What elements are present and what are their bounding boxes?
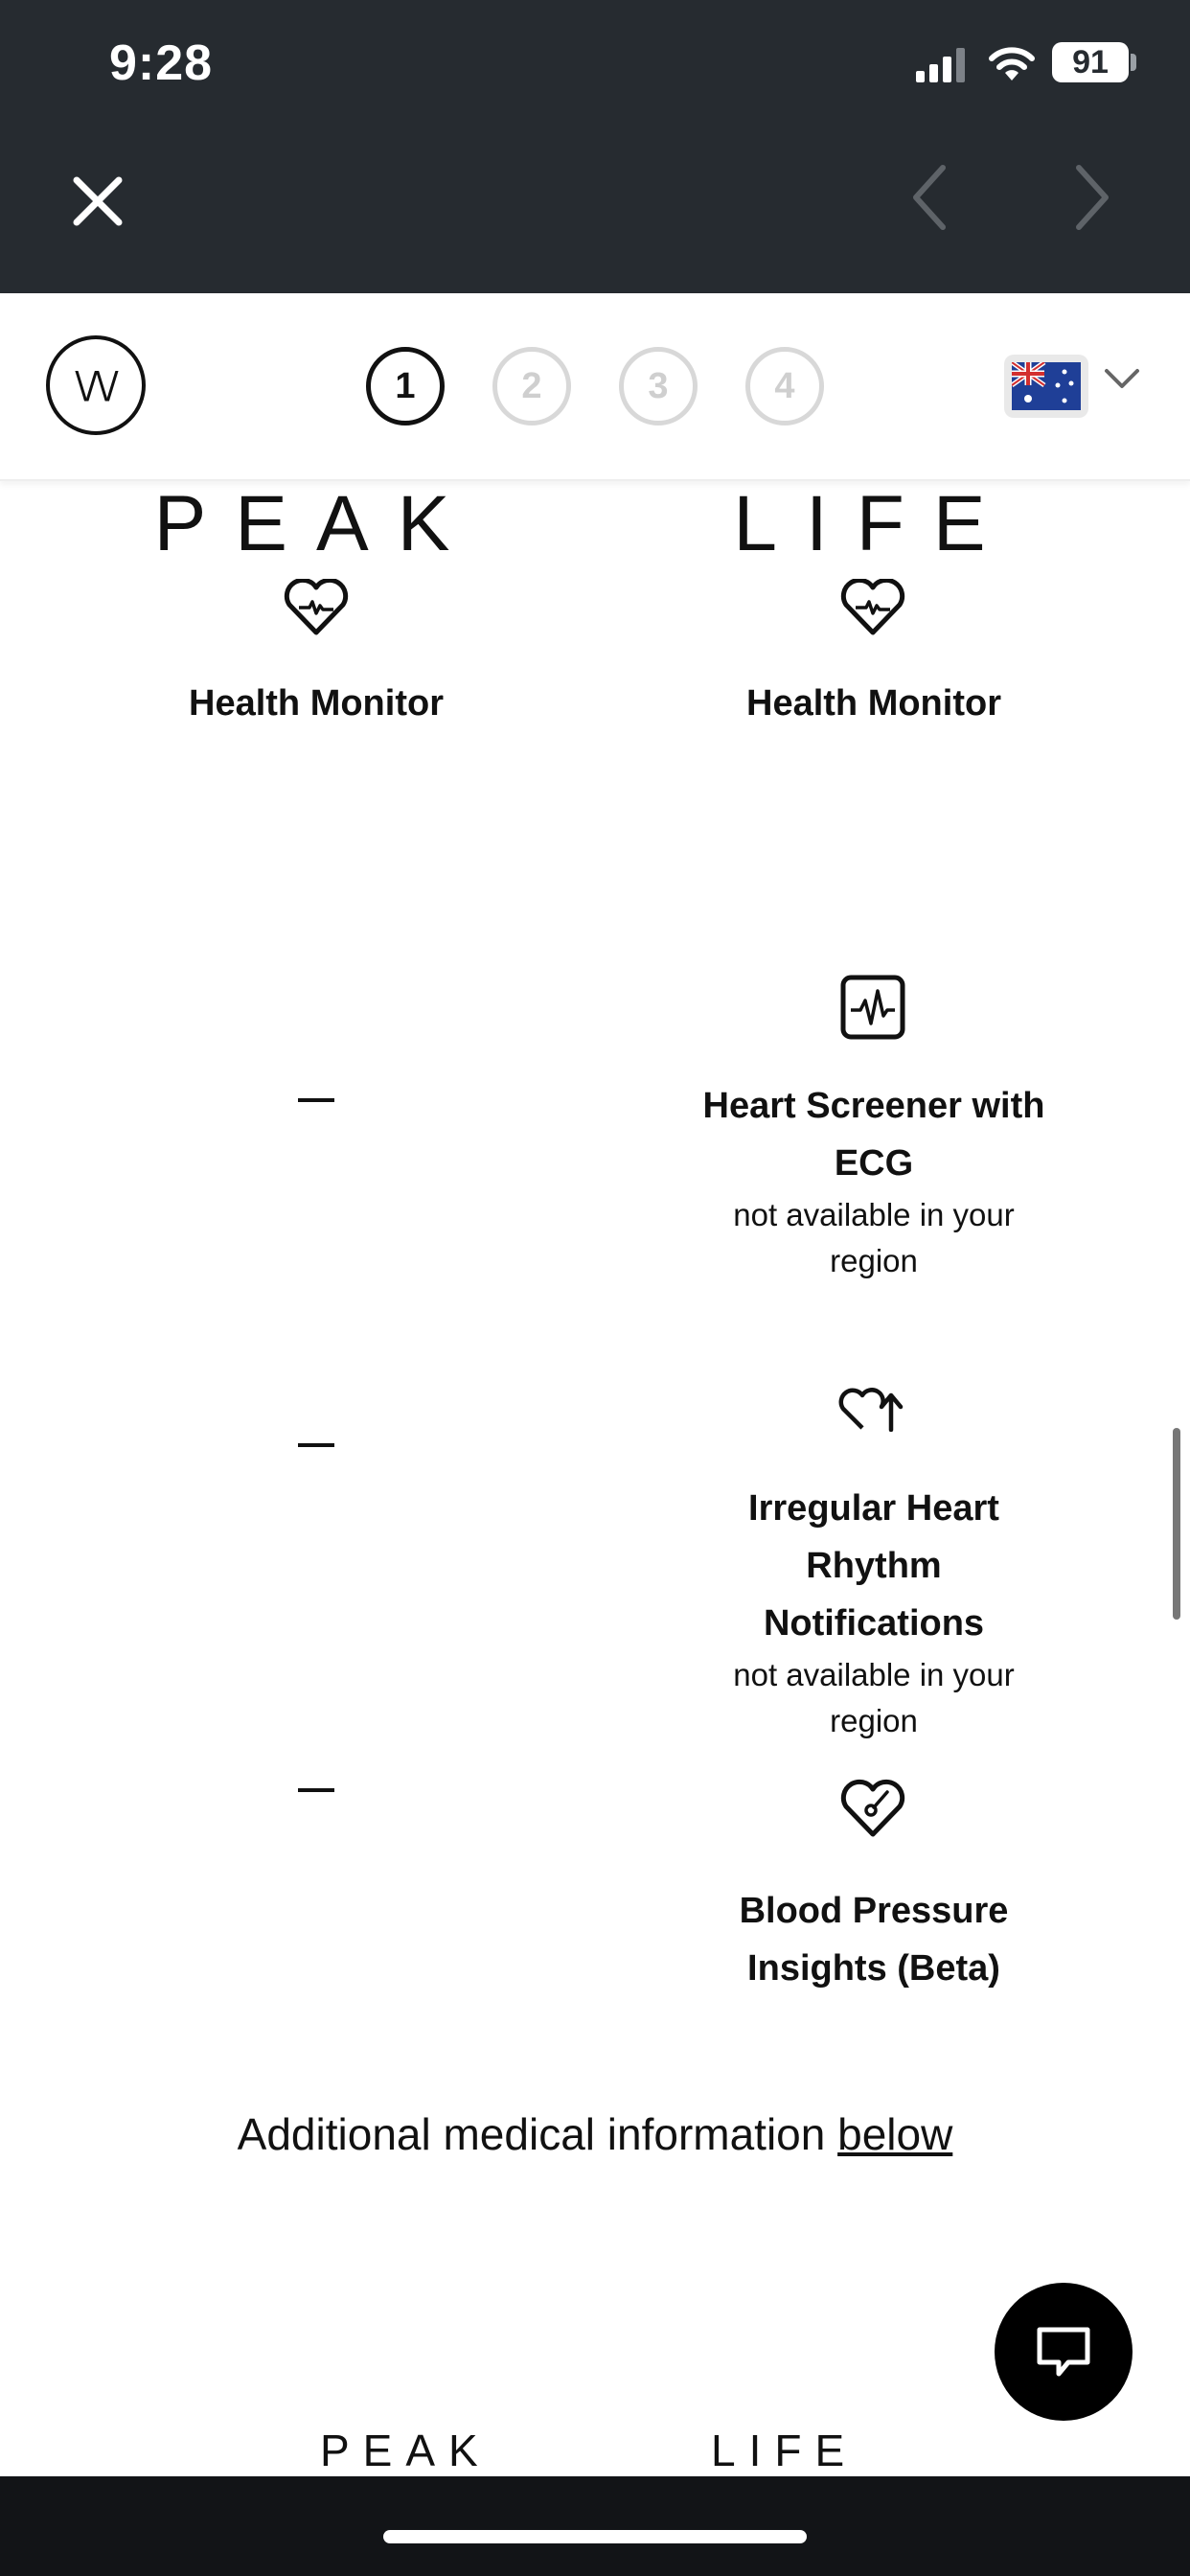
feature-title: Irregular Heart Rhythm Notifications (748, 1488, 999, 1644)
step-2[interactable]: 2 (492, 347, 571, 426)
chat-button[interactable] (995, 2283, 1133, 2421)
region-selector[interactable] (1004, 355, 1088, 418)
product-name-peak: PEAK (153, 480, 479, 567)
not-included-dash (298, 1788, 334, 1792)
scrollbar[interactable] (1173, 1428, 1180, 1620)
feature-availability: not available in your region (733, 1657, 1015, 1738)
product-name-life: LIFE (733, 480, 1015, 567)
chat-bubble-icon (1037, 2327, 1090, 2377)
feature-title: Blood Pressure Insights (Beta) (739, 1891, 1009, 1989)
home-indicator[interactable] (383, 2530, 807, 2543)
blood-pressure-icon (840, 1779, 905, 1837)
status-time: 9:28 (109, 35, 214, 91)
close-button[interactable] (59, 163, 136, 240)
chevron-left-icon (913, 165, 946, 230)
feature-title: Health Monitor (189, 683, 444, 724)
heart-pulse-icon (284, 579, 349, 635)
step-label: 4 (774, 365, 795, 406)
step-4[interactable]: 4 (745, 347, 824, 426)
step-label: 1 (395, 365, 416, 406)
not-included-dash (298, 1098, 334, 1102)
back-button[interactable] (891, 159, 968, 236)
wifi-icon (989, 47, 1035, 80)
battery-tip (1131, 54, 1136, 71)
close-icon (73, 176, 123, 226)
product-name-peak: PEAK (320, 2426, 492, 2475)
feature-availability: not available in your region (733, 1197, 1015, 1278)
battery-icon: 91 (1052, 42, 1129, 82)
step-label: 3 (648, 365, 669, 406)
step-1[interactable]: 1 (366, 347, 445, 426)
feature-title: Health Monitor (746, 683, 1001, 724)
chevron-down-icon[interactable] (1104, 367, 1140, 390)
additional-medical-info: Additional medical information below (0, 2108, 1190, 2160)
chevron-right-icon (1076, 165, 1109, 230)
step-3[interactable]: 3 (619, 347, 698, 426)
heart-pulse-icon (840, 579, 905, 635)
additional-info-text: Additional medical information (237, 2109, 838, 2159)
battery-level: 91 (1072, 43, 1109, 80)
product-name-life: LIFE (711, 2426, 858, 2475)
feature-title: Heart Screener with ECG (702, 1086, 1045, 1184)
brand-logo[interactable]: \/\/ (46, 335, 146, 435)
forward-button[interactable] (1054, 159, 1131, 236)
australia-flag-icon (1012, 362, 1081, 410)
ecg-icon (840, 975, 905, 1040)
logo-text: \/\/ (75, 364, 118, 406)
not-included-dash (298, 1443, 334, 1447)
cellular-signal-icon (916, 48, 965, 82)
heart-rhythm-icon (838, 1388, 904, 1432)
step-label: 2 (521, 365, 542, 406)
home-indicator-bar (0, 2476, 1190, 2576)
below-link[interactable]: below (837, 2109, 952, 2159)
